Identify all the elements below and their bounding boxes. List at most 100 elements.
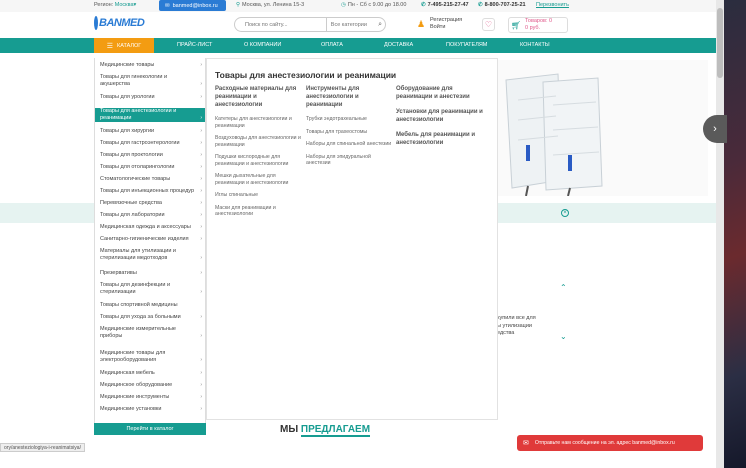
favorites-heart-icon[interactable]: ♡ xyxy=(482,18,495,31)
email-link[interactable]: ✉ banmed@inbox.ru xyxy=(159,0,226,11)
region-city[interactable]: Москва xyxy=(115,2,134,8)
search-icon[interactable]: ⌕ xyxy=(375,21,385,29)
chat-bubble-icon: ✉ xyxy=(523,440,529,447)
column-link[interactable]: Товары для трахеостомы xyxy=(306,129,394,136)
column-heading[interactable]: Оборудование для реанимации и анестезии xyxy=(396,85,484,101)
sidebar-item[interactable]: Товары для дезинфекции и стерилизации › xyxy=(95,282,205,296)
sidebar-item-label: Медицинские товары для электрооборудован… xyxy=(100,350,166,363)
address: ⚲ Москва, ул. Ленина 15-3 xyxy=(236,2,304,8)
sidebar-item[interactable]: Медицинские товары для электрооборудован… xyxy=(95,350,205,364)
chevron-right-icon: › xyxy=(200,176,202,182)
sidebar-item[interactable]: Товары для анестезиологии и реанимации › xyxy=(95,108,205,122)
sidebar-item[interactable]: Товары для отоларингологии › xyxy=(95,164,205,171)
column-link[interactable]: Маски для реанимации и анестезиологии xyxy=(215,205,303,218)
column-link[interactable]: Воздуховоды для анестезиологии и реанима… xyxy=(215,135,303,148)
chevron-up-icon[interactable]: ⌃ xyxy=(560,283,567,292)
sidebar-item[interactable]: Медицинские инструменты › xyxy=(95,394,205,401)
column-heading[interactable]: Мебель для реанимации и анестезиологии xyxy=(396,131,484,147)
sidebar-item-label: Товары для гинекологии и акушерства xyxy=(100,74,168,87)
column-heading[interactable]: Установки для реанимации и анестезиологи… xyxy=(396,108,484,124)
sidebar-item[interactable]: Материалы для утилизации и стерилизации … xyxy=(95,248,205,262)
scrollbar-thumb[interactable] xyxy=(717,8,723,78)
sidebar-item[interactable]: Презервативы › xyxy=(95,270,205,277)
search-category-label: Все категории xyxy=(330,21,367,28)
chevron-right-icon: › xyxy=(200,406,202,412)
region-selector[interactable]: Регион: Москва▾ xyxy=(94,2,136,8)
background-text-line: купили все для xyxy=(497,315,536,321)
search-category-select[interactable]: Все категории xyxy=(325,18,375,31)
sidebar-item[interactable]: Товары для ухода за больными › xyxy=(95,314,205,321)
sidebar-item[interactable]: Товары для инъекционных процедур › xyxy=(95,188,205,195)
register-link[interactable]: Регистрация xyxy=(430,17,462,24)
chevron-right-icon: › xyxy=(200,289,202,295)
chevron-down-icon: ▾ xyxy=(133,2,137,8)
sidebar-item-label: Медицинские установки xyxy=(100,406,162,412)
sidebar-item-label: Медицинская одежда и аксессуары xyxy=(100,224,191,230)
chevron-right-icon: › xyxy=(200,224,202,230)
catalog-button[interactable]: ☰ КАТАЛОГ xyxy=(94,38,154,53)
chevron-down-icon[interactable]: ⌄ xyxy=(560,332,567,341)
account-block[interactable]: ♟ Регистрация Войти xyxy=(417,17,462,31)
sidebar-item-label: Стоматологические товары xyxy=(100,176,171,182)
sidebar-item[interactable]: Товары для лаборатории › xyxy=(95,212,205,219)
nav-item-customers[interactable]: ПОКУПАТЕЛЯМ xyxy=(446,42,487,48)
chat-widget[interactable]: ✉ Отправьте нам сообщение на эл. адрес b… xyxy=(517,435,703,451)
chevron-right-icon: › xyxy=(200,188,202,194)
nav-item-price-list[interactable]: ПРАЙС-ЛИСТ xyxy=(177,42,212,48)
sidebar-item[interactable]: Медицинская мебель › xyxy=(95,370,205,377)
column-link[interactable]: Трубки эндотрахеальные xyxy=(306,116,394,123)
sidebar-item[interactable]: Товары спортивной медицины xyxy=(95,302,205,309)
offer-title-highlight: ПРЕДЛАГАЕМ xyxy=(300,424,371,437)
column-link[interactable]: Наборы для спинальной анестезии xyxy=(306,141,394,148)
close-icon[interactable]: × xyxy=(561,209,569,217)
nav-item-contacts[interactable]: КОНТАКТЫ xyxy=(520,42,550,48)
sidebar-item[interactable]: Перевязочные средства › xyxy=(95,200,205,207)
sidebar-item[interactable]: Товары для гастроэнтерологии › xyxy=(95,140,205,147)
nav-item-delivery[interactable]: ДОСТАВКА xyxy=(384,42,413,48)
background-text-line: едства xyxy=(497,330,515,336)
user-icon: ♟ xyxy=(417,19,426,29)
login-link[interactable]: Войти xyxy=(430,24,462,31)
phone-2[interactable]: ✆ 8-800-707-25-21 xyxy=(478,2,526,8)
scrollbar[interactable] xyxy=(716,0,724,468)
cart-button[interactable]: 🛒︎ Товаров: 0 0 руб. xyxy=(508,17,568,33)
phone-1[interactable]: ✆ 7-495-215-27-47 xyxy=(421,2,469,8)
phone-icon: ✆ xyxy=(421,2,426,8)
chevron-right-icon: › xyxy=(200,314,202,320)
sidebar-item[interactable]: Товары для гинекологии и акушерства › xyxy=(95,74,205,88)
sidebar-item-label: Медицинское оборудование xyxy=(100,382,173,388)
chevron-right-icon: › xyxy=(200,152,202,158)
catalog-sidebar: Медицинские товары › Товары для гинекологи… xyxy=(94,58,206,424)
sidebar-item[interactable]: Медицинская одежда и аксессуары › xyxy=(95,224,205,231)
sidebar-item[interactable]: Товары для хирургии › xyxy=(95,128,205,135)
logo[interactable]: BANMED xyxy=(94,15,145,31)
sidebar-item[interactable]: Медицинские измерительные приборы › xyxy=(95,326,205,340)
column-link[interactable]: Мешки дыхательные для реанимации и анест… xyxy=(215,173,303,186)
sidebar-item[interactable]: Медицинские товары › xyxy=(95,62,205,69)
search-input[interactable] xyxy=(245,21,326,28)
column-link[interactable]: Катетеры для анестезиологии и реанимации xyxy=(215,116,303,129)
column-heading[interactable]: Расходные материалы для реанимации и ане… xyxy=(215,85,303,109)
nav-item-payment[interactable]: ОПЛАТА xyxy=(321,42,343,48)
clock-icon: ◷ xyxy=(341,2,346,8)
sidebar-item[interactable]: Товары для урологии › xyxy=(95,94,205,101)
sidebar-item[interactable]: Санитарно-гигиенические изделия › xyxy=(95,236,205,243)
chevron-right-icon: › xyxy=(200,382,202,388)
column-heading[interactable]: Инструменты для анестезиологии и реанима… xyxy=(306,85,394,109)
chevron-right-icon: › xyxy=(200,270,202,276)
column-link[interactable]: Иглы спинальные xyxy=(215,192,303,199)
menu-icon: ☰ xyxy=(106,42,113,50)
column-link[interactable]: Наборы для эпидуральной анестезии xyxy=(306,154,394,167)
sidebar-item[interactable]: Товары для проктологии › xyxy=(95,152,205,159)
column-link[interactable]: Подушки кислородные для реанимации и ане… xyxy=(215,154,303,167)
sidebar-item[interactable]: Медицинские установки › xyxy=(95,406,205,413)
sidebar-item[interactable]: Стоматологические товары › xyxy=(95,176,205,183)
slider-next-arrow-icon[interactable]: › xyxy=(703,115,727,143)
callback-link[interactable]: Перезвонить xyxy=(536,2,569,8)
sidebar-item[interactable]: Медицинское оборудование › xyxy=(95,382,205,389)
sidebar-item-label: Товары спортивной медицины xyxy=(100,302,178,308)
sidebar-item-label: Медицинские инструменты xyxy=(100,394,170,400)
region-label: Регион: xyxy=(94,2,114,8)
nav-item-about[interactable]: О КОМПАНИИ xyxy=(244,42,281,48)
goto-catalog-button[interactable]: Перейти в каталог xyxy=(94,423,206,435)
